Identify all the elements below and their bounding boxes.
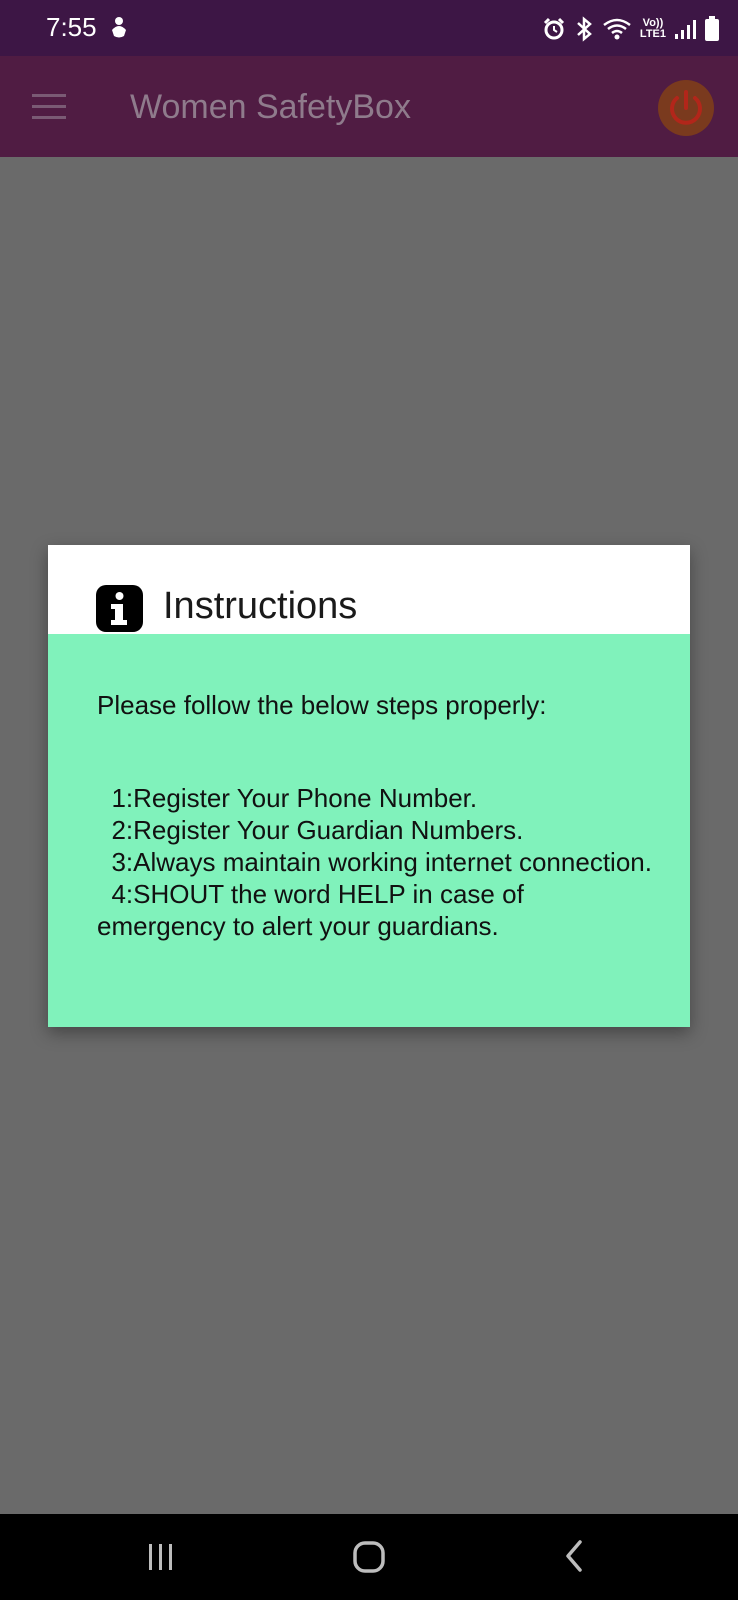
home-icon[interactable] — [352, 1540, 386, 1574]
instructions-dialog: Instructions Please follow the below ste… — [48, 545, 690, 1027]
steps-list: 1:Register Your Phone Number. 2:Register… — [97, 782, 657, 942]
notification-icon — [112, 17, 126, 38]
nav-bar — [0, 1514, 738, 1600]
app-title: Women SafetyBox — [130, 88, 411, 126]
status-time: 7:55 — [46, 12, 97, 42]
status-bar: 7:55 Vo)) LTE1 — [0, 0, 738, 56]
info-icon — [96, 585, 143, 632]
battery-icon — [705, 16, 719, 41]
step-item: 2:Register Your Guardian Numbers. — [97, 815, 524, 845]
status-icons: Vo)) LTE1 — [542, 12, 720, 46]
dialog-header: Instructions — [48, 545, 690, 634]
step-item: 4:SHOUT the word HELP in case of emergen… — [97, 879, 532, 941]
power-icon — [670, 90, 702, 125]
step-item: 3:Always maintain working internet conne… — [97, 847, 652, 877]
menu-icon[interactable] — [32, 94, 66, 120]
signal-icon — [675, 20, 696, 39]
dialog-body: Please follow the below steps properly: … — [48, 634, 690, 1027]
dialog-title: Instructions — [163, 585, 358, 627]
recents-icon[interactable] — [146, 1542, 176, 1572]
network-label-bottom: LTE1 — [639, 28, 666, 40]
alarm-icon — [543, 17, 564, 40]
step-item: 1:Register Your Phone Number. — [97, 783, 478, 813]
network-type-label: Vo)) LTE1 — [640, 18, 666, 40]
dialog-intro: Please follow the below steps properly: — [97, 690, 547, 720]
back-icon[interactable] — [560, 1538, 588, 1574]
power-button[interactable] — [658, 80, 714, 136]
app-bar: Women SafetyBox — [0, 56, 738, 157]
bluetooth-icon — [577, 16, 592, 42]
wifi-icon — [603, 18, 631, 40]
